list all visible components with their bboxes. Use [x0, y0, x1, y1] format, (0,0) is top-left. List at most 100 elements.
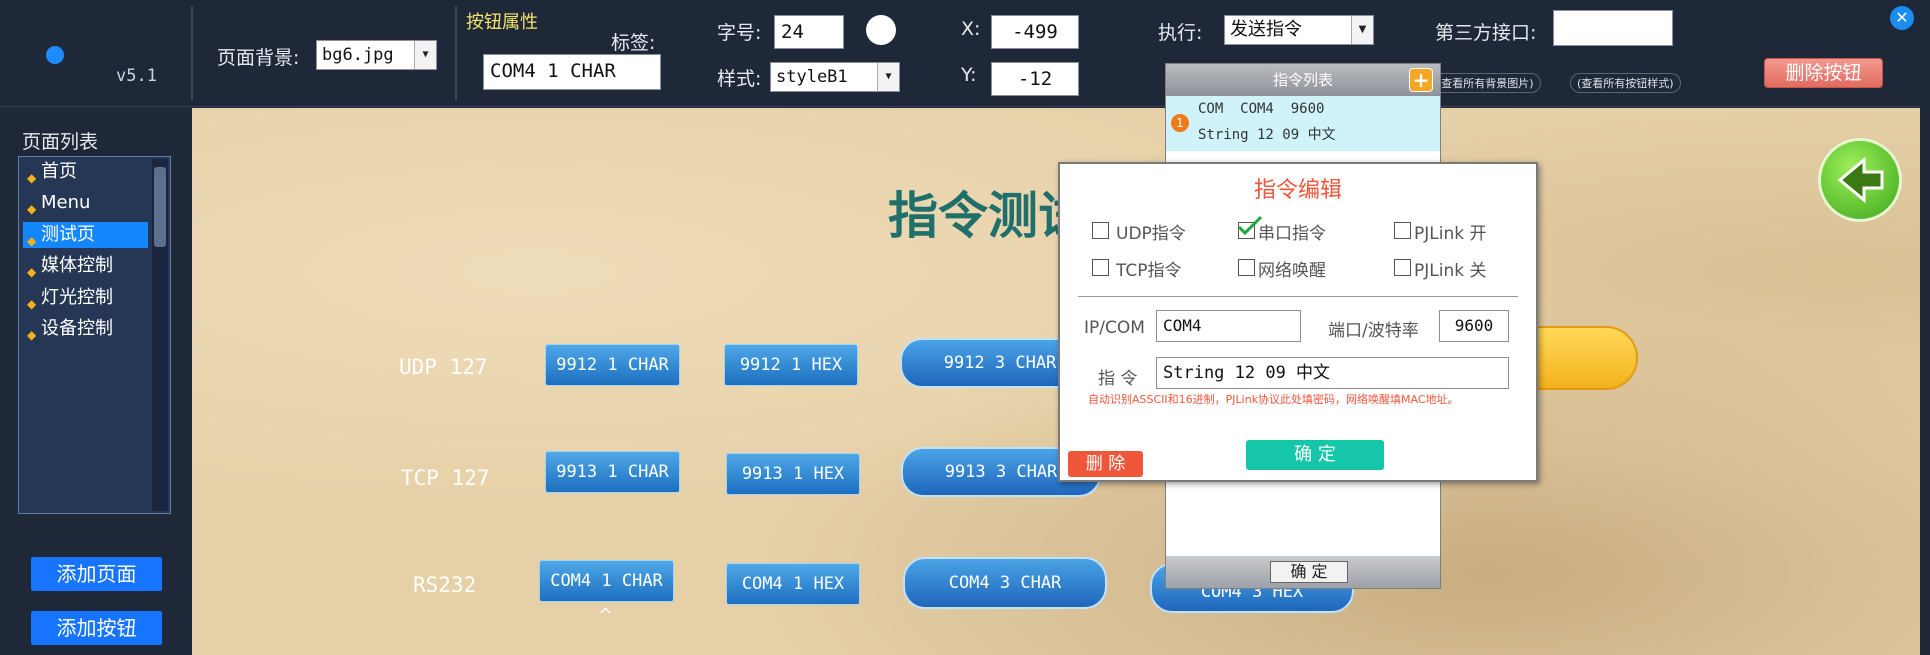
diamond-icon: ◆ — [27, 265, 37, 279]
pjlink-on-checkbox[interactable] — [1394, 222, 1411, 239]
tag-label: 标签: — [611, 32, 656, 54]
row-label: TCP 127 — [401, 466, 490, 490]
diamond-icon: ◆ — [27, 297, 37, 311]
caret-icon: ^ — [598, 605, 614, 626]
diamond-icon: ◆ — [27, 328, 37, 342]
command-editor-dialog: 指令编辑 UDP指令 串口指令 PJLink 开 TCP指令 网络唤醒 PJLi… — [1058, 162, 1538, 482]
tcp-label: TCP指令 — [1116, 261, 1182, 281]
hint-text: 自动识别ASSCII和16进制，PJLink协议此处填密码，网络唤醒填MAC地址… — [1088, 393, 1459, 406]
command-button[interactable]: 9912 1 HEX — [724, 344, 858, 386]
exec-label: 执行: — [1158, 22, 1203, 44]
cmd-input[interactable]: String 12 09 中文 — [1156, 357, 1509, 389]
divider — [191, 6, 193, 101]
pjlink-on-label: PJLink 开 — [1414, 224, 1487, 244]
y-label: Y: — [961, 64, 977, 86]
page-bg-select[interactable]: bg6.jpg ▼ — [316, 40, 437, 70]
version-label: v5.1 — [116, 66, 157, 86]
item-index-badge: 1 — [1171, 114, 1189, 132]
color-circle-icon[interactable] — [866, 15, 896, 45]
font-size-input[interactable]: 24 — [774, 15, 844, 49]
port-input[interactable]: 9600 — [1439, 310, 1509, 342]
page-list-item[interactable]: ◆ 设备控制 — [23, 316, 148, 342]
command-list-item[interactable]: 1 COM COM4 9600 String 12 09 中文 — [1166, 96, 1440, 151]
serial-label: 串口指令 — [1258, 224, 1326, 244]
command-list-title: 指令列表 — [1166, 64, 1440, 96]
chevron-down-icon[interactable]: ▼ — [414, 41, 436, 69]
close-icon[interactable]: ✕ — [1890, 6, 1914, 30]
row-label: RS232 — [413, 573, 477, 597]
diamond-icon: ◆ — [27, 202, 37, 216]
item-line2: String 12 09 中文 — [1198, 127, 1336, 143]
page-list-item-label: 设备控制 — [41, 318, 113, 339]
page-bg-label: 页面背景: — [217, 47, 300, 69]
cmd-label: 指 令 — [1098, 369, 1138, 389]
delete-button[interactable]: 删除按钮 — [1764, 58, 1883, 88]
command-list-confirm-button[interactable]: 确 定 — [1270, 561, 1348, 583]
udp-checkbox[interactable] — [1092, 222, 1109, 239]
view-bg-link[interactable]: (查看所有背景图片) — [1430, 73, 1541, 93]
third-party-label: 第三方接口: — [1435, 22, 1537, 44]
command-button[interactable]: 9912 1 CHAR — [545, 344, 680, 386]
page-list-item-label: 首页 — [41, 161, 77, 182]
exec-select[interactable]: 发送指令 ▼ — [1224, 15, 1374, 45]
editor-confirm-button[interactable]: 确 定 — [1246, 440, 1384, 470]
status-dot — [46, 46, 64, 64]
editor-title: 指令编辑 — [1253, 178, 1342, 203]
right-edge — [1920, 0, 1930, 655]
page-list-item-label: 测试页 — [41, 224, 95, 245]
page-list-item-label: 媒体控制 — [41, 255, 113, 276]
ipcom-input[interactable]: COM4 — [1156, 310, 1301, 342]
add-command-icon[interactable]: + — [1409, 68, 1433, 92]
command-button-selected[interactable]: COM4 1 CHAR — [539, 560, 674, 602]
page-list-item[interactable]: ◆ 首页 — [23, 159, 148, 185]
page-list-item[interactable]: ◆ 媒体控制 — [23, 253, 148, 279]
page-list-item[interactable]: ◆ Menu — [23, 190, 148, 216]
y-input[interactable]: -12 — [991, 62, 1079, 96]
command-button[interactable]: COM4 3 CHAR — [903, 557, 1107, 609]
view-btn-style-link[interactable]: (查看所有按钮样式) — [1570, 73, 1681, 93]
top-toolbar: v5.1 页面背景: bg6.jpg ▼ 按钮属性 标签: COM4 1 CHA… — [0, 0, 1930, 107]
third-party-input[interactable] — [1553, 10, 1673, 46]
ipcom-label: IP/COM — [1084, 318, 1145, 338]
style-select[interactable]: styleB1 ▼ — [770, 62, 900, 92]
command-button[interactable]: COM4 1 HEX — [726, 563, 860, 605]
page-list-item-selected[interactable]: ◆ 测试页 — [23, 222, 148, 248]
pjlink-off-label: PJLink 关 — [1414, 261, 1487, 281]
wol-label: 网络唤醒 — [1258, 261, 1326, 281]
scrollbar[interactable] — [152, 159, 168, 511]
button-props-title: 按钮属性 — [466, 12, 538, 33]
tag-input[interactable]: COM4 1 CHAR — [483, 54, 661, 90]
pjlink-off-checkbox[interactable] — [1394, 259, 1411, 276]
diamond-icon: ◆ — [27, 234, 37, 248]
style-label: 样式: — [717, 68, 762, 90]
page-list-item-label: Menu — [41, 192, 91, 213]
serial-checkbox[interactable] — [1237, 215, 1263, 239]
style-value: styleB1 — [776, 67, 848, 87]
page-list-item-label: 灯光控制 — [41, 287, 113, 308]
font-size-label: 字号: — [717, 22, 762, 44]
port-label: 端口/波特率 — [1328, 321, 1419, 341]
page-list: ◆ 首页 ◆ Menu ◆ 测试页 ◆ 媒体控制 ◆ 灯光控制 ◆ 设备控制 — [18, 156, 171, 514]
chevron-down-icon[interactable]: ▼ — [1351, 16, 1373, 44]
add-button-button[interactable]: 添加按钮 — [31, 611, 162, 645]
add-page-button[interactable]: 添加页面 — [31, 557, 162, 591]
item-line1: COM COM4 9600 — [1198, 101, 1325, 117]
wol-checkbox[interactable] — [1238, 259, 1255, 276]
row-label: UDP 127 — [399, 355, 488, 379]
command-button[interactable]: 9913 1 HEX — [726, 453, 860, 495]
page-canvas: 指令测试 UDP 127 TCP 127 RS232 9912 1 CHAR 9… — [192, 108, 1920, 655]
x-input[interactable]: -499 — [991, 15, 1079, 49]
editor-delete-button[interactable]: 删 除 — [1068, 451, 1143, 477]
page-bg-value: bg6.jpg — [322, 45, 394, 65]
divider — [1078, 296, 1518, 297]
command-list-footer: 确 定 — [1166, 556, 1440, 588]
divider — [455, 6, 457, 101]
tcp-checkbox[interactable] — [1092, 259, 1109, 276]
x-label: X: — [961, 18, 981, 40]
back-arrow-icon[interactable] — [1818, 138, 1902, 222]
command-button[interactable]: 9913 1 CHAR — [545, 451, 680, 493]
udp-label: UDP指令 — [1116, 224, 1186, 244]
scrollbar-thumb[interactable] — [154, 167, 166, 247]
page-list-item[interactable]: ◆ 灯光控制 — [23, 285, 148, 311]
chevron-down-icon[interactable]: ▼ — [877, 63, 899, 91]
